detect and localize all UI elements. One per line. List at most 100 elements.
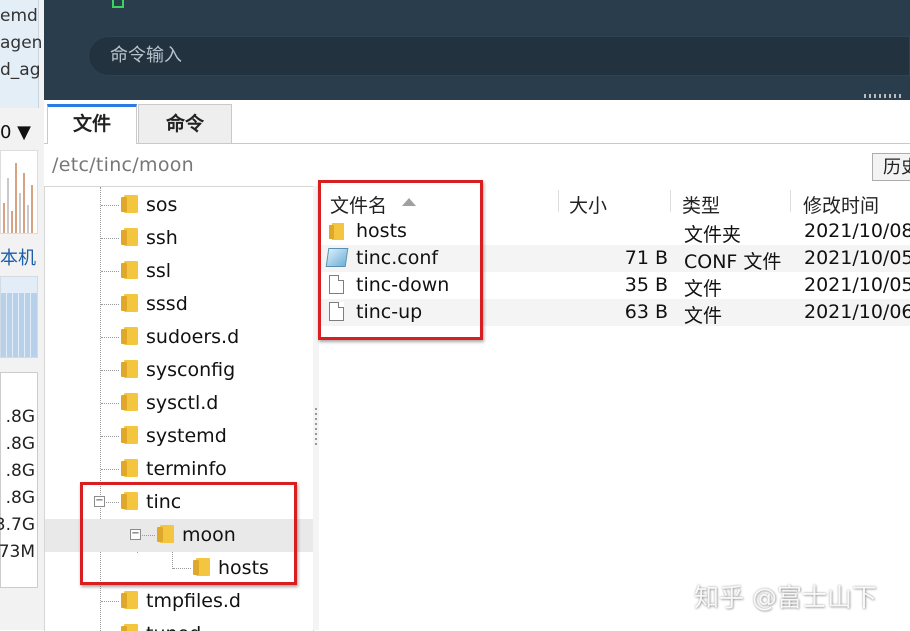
file-row[interactable]: hosts 文件夹 2021/10/08	[320, 218, 910, 246]
left-side-panel: emd agen d_ag 0 ▼ 本机 .8G .8G .8G .8G 3.7…	[0, 0, 44, 630]
file-name: tinc-down	[356, 274, 450, 296]
file-size: 71 B	[624, 247, 668, 269]
tab-commands[interactable]: 命令	[138, 104, 232, 143]
tree-item-label: sysctl.d	[146, 392, 219, 414]
tree-item-label: sudoers.d	[146, 326, 240, 348]
tree-item-label: sysconfig	[146, 359, 236, 381]
collapse-icon[interactable]: −	[130, 529, 141, 540]
tree-item[interactable]: tuned	[45, 618, 313, 631]
folder-icon	[121, 294, 138, 312]
left-usage-chart	[0, 150, 38, 234]
disk-size: .8G	[5, 407, 35, 427]
path-input[interactable]: /etc/tinc/moon	[52, 154, 194, 176]
path-bar: /etc/tinc/moon 历史	[44, 150, 910, 184]
left-disk-sizes: .8G .8G .8G .8G 3.7G 73M	[0, 372, 38, 588]
disk-size: 73M	[0, 542, 35, 562]
folder-icon	[193, 558, 210, 576]
tree-item-label: moon	[182, 524, 236, 546]
file-row[interactable]: tinc-up 63 B 文件 2021/10/06	[320, 299, 910, 327]
tab-bar: 文件 命令	[44, 100, 910, 144]
left-process-line-1: emd	[0, 6, 38, 26]
directory-tree[interactable]: sos ssh ssl sssd sudoers.d sysconfig sys…	[44, 186, 314, 631]
conf-file-icon	[325, 248, 349, 267]
file-icon	[329, 302, 344, 321]
file-modified: 2021/10/06	[804, 301, 910, 323]
tab-files[interactable]: 文件	[47, 104, 137, 144]
file-icon	[329, 275, 344, 294]
folder-icon	[121, 393, 138, 411]
tree-item-label: ssl	[146, 260, 172, 282]
file-size: 35 B	[624, 274, 668, 296]
file-type: 文件	[684, 278, 723, 300]
tree-item-moon[interactable]: − moon	[45, 519, 313, 552]
tree-item[interactable]: terminfo	[45, 453, 313, 486]
tree-item-label: terminfo	[146, 458, 227, 480]
file-modified: 2021/10/05	[804, 247, 910, 269]
file-size: 63 B	[624, 301, 668, 323]
folder-icon	[121, 426, 138, 444]
tree-item[interactable]: sssd	[45, 288, 313, 321]
sort-ascending-icon	[402, 198, 416, 206]
file-type: 文件	[684, 305, 723, 327]
tree-item[interactable]: systemd	[45, 420, 313, 453]
tree-item[interactable]: sos	[45, 189, 313, 222]
folder-icon	[329, 223, 344, 240]
tree-item-label: sos	[146, 194, 178, 216]
tree-item-label: tmpfiles.d	[146, 590, 241, 612]
tree-item[interactable]: ssl	[45, 255, 313, 288]
tree-item-label: tinc	[146, 491, 182, 513]
folder-icon	[121, 459, 138, 477]
file-type: CONF 文件	[684, 251, 782, 273]
file-name: tinc.conf	[356, 247, 439, 269]
disk-size: .8G	[5, 434, 35, 454]
pane-splitter[interactable]	[313, 186, 319, 630]
file-row[interactable]: tinc-down 35 B 文件 2021/10/05	[320, 272, 910, 300]
left-process-line-3: d_ag	[0, 60, 41, 80]
file-list-header: 文件名 大小 类型 修改时间	[320, 186, 910, 218]
folder-icon	[121, 492, 138, 510]
disk-size: 3.7G	[0, 515, 35, 535]
folder-icon	[121, 195, 138, 213]
column-header-name[interactable]: 文件名	[330, 191, 387, 218]
tree-item[interactable]: tmpfiles.d	[45, 585, 313, 618]
file-modified: 2021/10/05	[804, 274, 910, 296]
tree-item-hosts[interactable]: hosts	[45, 552, 313, 585]
folder-icon	[121, 327, 138, 345]
folder-icon	[121, 261, 138, 279]
left-dropdown[interactable]: 0 ▼	[0, 122, 31, 143]
tree-item[interactable]: sudoers.d	[45, 321, 313, 354]
file-name: hosts	[356, 220, 407, 242]
command-input[interactable]: 命令输入	[88, 36, 910, 76]
folder-icon	[121, 228, 138, 246]
left-local-label[interactable]: 本机	[0, 244, 36, 270]
folder-icon	[157, 525, 174, 543]
terminal-area[interactable]: 命令输入	[44, 0, 910, 100]
tree-item-label: ssh	[146, 227, 178, 249]
disk-size: .8G	[5, 488, 35, 508]
tree-item[interactable]: sysconfig	[45, 354, 313, 387]
left-process-line-2: agen	[0, 33, 43, 53]
collapse-icon[interactable]: −	[94, 496, 105, 507]
disk-size: .8G	[5, 461, 35, 481]
file-name: tinc-up	[356, 301, 423, 323]
column-header-type[interactable]: 类型	[682, 191, 720, 218]
tree-item-label: systemd	[146, 425, 227, 447]
tree-item-tinc[interactable]: − tinc	[45, 486, 313, 519]
left-network-chart	[0, 276, 38, 358]
column-header-size[interactable]: 大小	[569, 191, 607, 218]
terminal-cursor	[112, 0, 124, 8]
tree-item[interactable]: sysctl.d	[45, 387, 313, 420]
left-process-list: emd agen d_ag	[0, 0, 43, 108]
history-button[interactable]: 历史	[872, 153, 910, 181]
tree-item[interactable]: ssh	[45, 222, 313, 255]
watermark: 知乎 @富士山下	[694, 583, 877, 612]
tree-item-label: hosts	[218, 557, 269, 579]
file-row[interactable]: tinc.conf 71 B CONF 文件 2021/10/05	[320, 245, 910, 273]
file-type: 文件夹	[684, 224, 742, 246]
file-list[interactable]: 文件名 大小 类型 修改时间 hosts 文件夹 2021/10/08 tinc…	[320, 186, 910, 630]
folder-icon	[121, 360, 138, 378]
folder-icon	[121, 591, 138, 609]
tree-item-label: sssd	[146, 293, 188, 315]
terminal-resize-grip[interactable]	[864, 94, 904, 98]
column-header-modified[interactable]: 修改时间	[803, 191, 879, 218]
